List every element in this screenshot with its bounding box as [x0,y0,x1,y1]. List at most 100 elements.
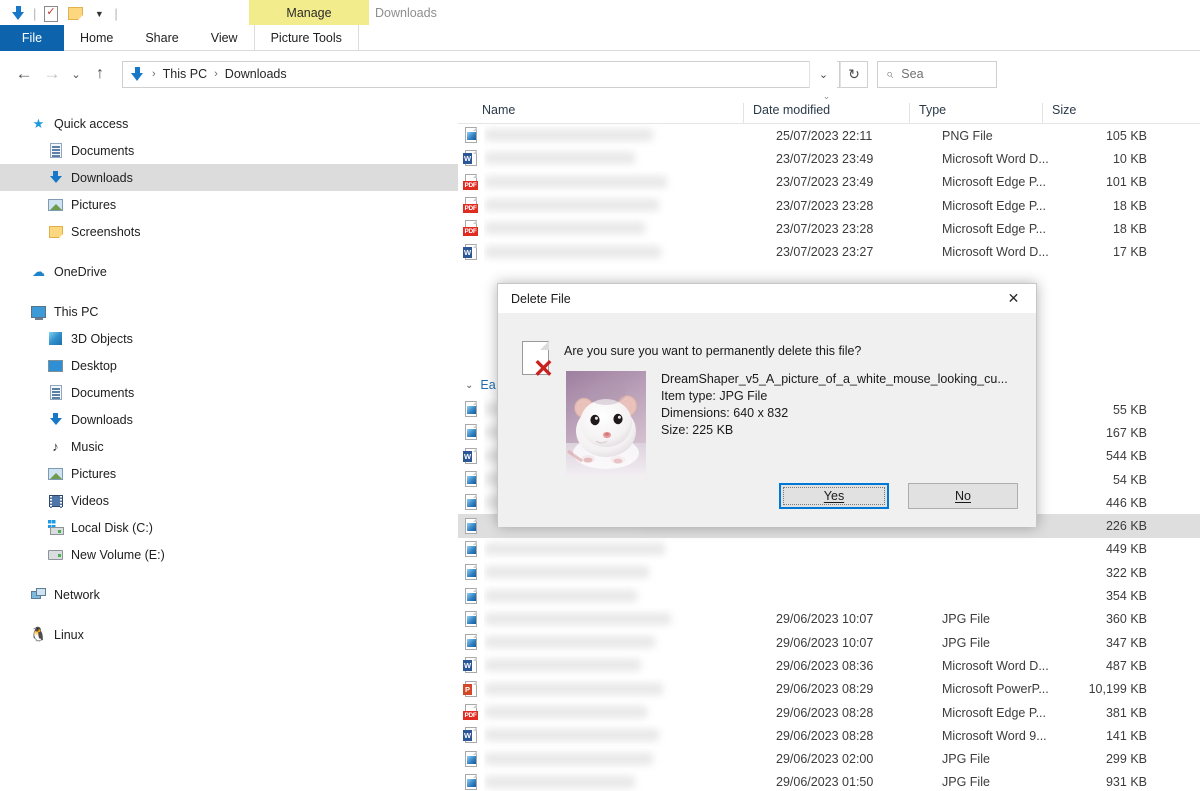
new-folder-icon[interactable] [63,2,87,26]
sidebar-item-network[interactable]: Network [0,581,458,608]
recent-locations-button[interactable]: ⌄ [66,60,86,88]
word-file-icon: W [463,727,478,744]
table-row[interactable]: P 29/06/2023 08:29 Microsoft PowerP... 10,1… [458,678,1200,701]
dialog-file-name: DreamShaper_v5_A_picture_of_a_white_mous… [661,372,1008,386]
table-row[interactable]: PDF 29/06/2023 08:28 Microsoft Edge P... 38… [458,701,1200,724]
address-path-box[interactable]: › This PC › Downloads ⌄ [122,60,840,88]
table-row[interactable]: W 29/06/2023 08:28 Microsoft Word 9... 141 … [458,724,1200,747]
jpg-file-icon [464,494,478,511]
file-name-cell [484,561,767,584]
yes-button-label: Yes [823,489,845,503]
dialog-dimensions: Dimensions: 640 x 832 [661,406,789,420]
sidebar-item-label: This PC [54,304,99,319]
forward-button[interactable]: → [38,60,66,88]
search-input[interactable]: Sea [901,67,923,81]
tab-picture-tools[interactable]: Picture Tools [253,25,359,51]
jpg-file-icon [464,401,478,418]
date-modified-cell: 23/07/2023 23:28 [776,198,874,213]
table-row[interactable]: 25/07/2023 22:11 PNG File 105 KB [458,124,1200,147]
sidebar-item-screenshots[interactable]: Screenshots [0,218,458,245]
breadcrumb-this-pc[interactable]: This PC [161,67,209,81]
sidebar-item-new-volume-e[interactable]: New Volume (E:) [0,541,458,568]
sidebar-item-label: Quick access [54,116,129,131]
sidebar-item-label: Videos [71,493,109,508]
type-cell: JPG File [942,775,990,790]
size-cell: 105 KB [1105,128,1147,143]
table-row[interactable]: 322 KB [458,561,1200,584]
sidebar-item-local-disk-c[interactable]: Local Disk (C:) [0,514,458,541]
file-name-cell [484,585,767,608]
column-header-size[interactable]: Size [1042,103,1130,123]
table-row[interactable]: W 23/07/2023 23:49 Microsoft Word D... 10 K… [458,147,1200,170]
sidebar-item-pictures-qa[interactable]: Pictures [0,191,458,218]
network-icon [30,586,47,603]
address-dropdown-button[interactable]: ⌄ [809,60,837,88]
column-header-type[interactable]: Type [909,103,1042,123]
size-cell: 226 KB [1105,519,1147,534]
sidebar-item-downloads-qa[interactable]: Downloads [0,164,458,191]
downloads-arrow-icon [47,411,64,428]
table-row[interactable]: 29/06/2023 10:07 JPG File 347 KB [458,631,1200,654]
table-row[interactable]: PDF 23/07/2023 23:28 Microsoft Edge P... 18… [458,217,1200,240]
type-cell: JPG File [942,635,990,650]
date-modified-cell: 29/06/2023 01:50 [776,775,874,790]
table-row[interactable]: 354 KB [458,584,1200,607]
pdf-file-icon: PDF [463,173,478,191]
folder-icon [47,223,64,240]
sidebar-item-onedrive[interactable]: ☁ OneDrive [0,258,458,285]
tab-view[interactable]: View [195,25,254,51]
sidebar-item-videos[interactable]: Videos [0,487,458,514]
customize-caret-icon[interactable]: ▼ [87,2,111,26]
close-icon[interactable]: ✕ [991,284,1036,313]
sidebar-item-documents-qa[interactable]: Documents [0,137,458,164]
tab-home[interactable]: Home [64,25,129,51]
tab-share[interactable]: Share [129,25,194,51]
type-cell: JPG File [942,752,990,767]
sidebar-item-quick-access[interactable]: ★ Quick access [0,110,458,137]
breadcrumb-downloads[interactable]: Downloads [223,67,289,81]
size-cell: 931 KB [1105,775,1147,790]
pdf-file-icon: PDF [463,220,478,237]
yes-button[interactable]: Yes [779,483,889,509]
back-button[interactable]: ← [10,60,38,88]
word-file-icon: W [463,657,478,674]
table-row[interactable]: W 23/07/2023 23:27 Microsoft Word D... 17 K… [458,240,1200,263]
sidebar-item-this-pc[interactable]: This PC [0,298,458,325]
sidebar-item-3d-objects[interactable]: 3D Objects [0,325,458,352]
table-row[interactable]: 449 KB [458,538,1200,561]
table-row[interactable]: 29/06/2023 01:50 JPG File 931 KB [458,771,1200,791]
ribbon-tab-strip: File Home Share View Picture Tools [0,25,1200,51]
file-name-cell [484,678,767,701]
sidebar-item-desktop[interactable]: Desktop [0,352,458,379]
downloads-arrow-icon [47,169,64,186]
sidebar-item-pictures[interactable]: Pictures [0,460,458,487]
navigation-pane: ★ Quick access Documents Downloads Pictu… [0,96,458,791]
sidebar-item-label: Network [54,587,100,602]
search-box[interactable]: ⌕ Sea [877,60,997,88]
file-explorer-window: | ▼ | Manage Downloads File Home Share V… [0,0,1200,791]
table-row[interactable]: PDF 23/07/2023 23:49 Microsoft Edge P... 10… [458,171,1200,194]
tab-file[interactable]: File [0,25,64,51]
jpg-file-icon [464,750,478,768]
jpg-file-icon [464,517,478,535]
column-header-date-modified[interactable]: ⌄ Date modified [743,96,909,123]
up-button[interactable]: ↑ [86,60,114,88]
column-header-name[interactable]: Name [458,103,743,123]
sidebar-item-linux[interactable]: 🐧 Linux [0,621,458,648]
table-row[interactable]: 29/06/2023 02:00 JPG File 299 KB [458,747,1200,770]
sidebar-item-documents[interactable]: Documents [0,379,458,406]
refresh-button[interactable]: ↻ [840,60,868,88]
properties-icon[interactable] [39,2,63,26]
no-button[interactable]: No [908,483,1018,509]
group-header-label: Ea [480,378,496,392]
table-row[interactable]: PDF 23/07/2023 23:28 Microsoft Edge P... 18… [458,194,1200,217]
table-row[interactable]: 29/06/2023 10:07 JPG File 360 KB [458,608,1200,631]
sidebar-item-music[interactable]: ♪ Music [0,433,458,460]
window-title: Downloads [375,5,437,20]
sidebar-item-label: Pictures [71,197,117,212]
sidebar-item-downloads[interactable]: Downloads [0,406,458,433]
table-row[interactable]: W 29/06/2023 08:36 Microsoft Word D... 487 … [458,654,1200,677]
downloads-arrow-icon[interactable] [6,2,30,26]
delete-warning-icon: ✕ [522,341,560,383]
sidebar-gap-1 [0,245,458,258]
